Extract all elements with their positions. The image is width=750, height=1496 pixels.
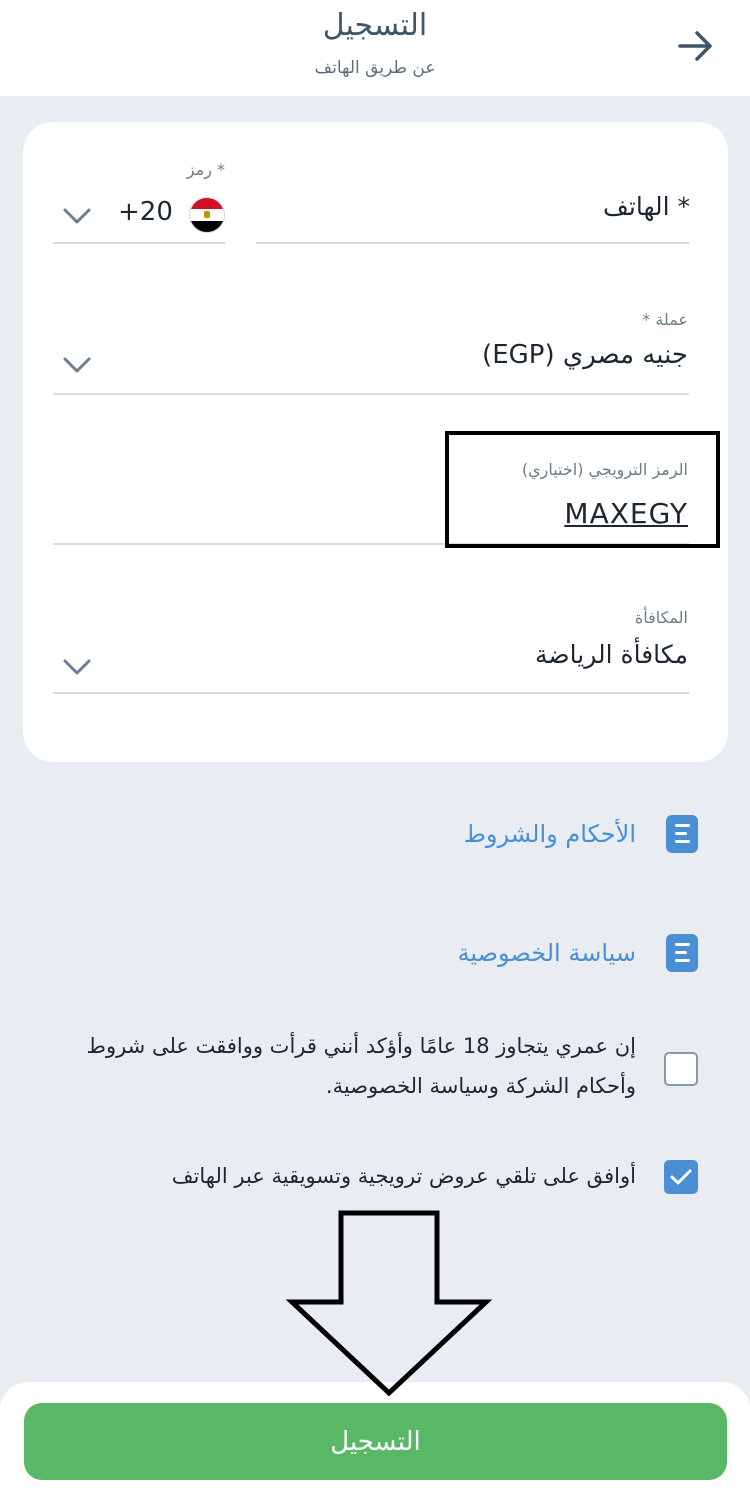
- phone-field[interactable]: * الهاتف: [603, 192, 690, 221]
- age-consent-text: إن عمري يتجاوز 18 عامًا وأؤكد أنني قرأت …: [86, 1034, 636, 1098]
- phone-underline: [256, 242, 689, 244]
- register-button[interactable]: التسجيل: [24, 1403, 727, 1480]
- age-consent-checkbox[interactable]: [664, 1052, 698, 1086]
- back-button[interactable]: [672, 26, 720, 66]
- document-icon: [666, 815, 698, 853]
- marketing-consent-text: أوافق على تلقي عروض ترويجية وتسويقية عبر…: [171, 1164, 636, 1188]
- page-subtitle: عن طريق الهاتف: [314, 58, 436, 78]
- chevron-down-icon[interactable]: [62, 657, 92, 677]
- header: التسجيل عن طريق الهاتف: [0, 0, 750, 96]
- privacy-link[interactable]: سياسة الخصوصية: [458, 934, 698, 972]
- currency-label: عملة *: [642, 310, 688, 329]
- terms-link[interactable]: الأحكام والشروط: [464, 815, 698, 853]
- page-title: التسجيل: [322, 8, 428, 43]
- bonus-select[interactable]: مكافأة الرياضة: [535, 640, 688, 669]
- country-code-underline: [53, 242, 225, 244]
- bonus-label: المكافأة: [634, 608, 688, 627]
- chevron-down-icon[interactable]: [62, 355, 92, 375]
- currency-underline: [53, 393, 689, 395]
- country-code-value: +20: [118, 197, 173, 227]
- egypt-flag-icon: [190, 198, 224, 232]
- country-code-label: * رمز: [186, 160, 225, 179]
- checkmark-icon: [670, 1169, 692, 1185]
- terms-link-label: الأحكام والشروط: [463, 820, 636, 848]
- promo-highlight-box: [445, 431, 720, 548]
- age-consent-row: إن عمري يتجاوز 18 عامًا وأؤكد أنني قرأت …: [48, 1026, 698, 1106]
- currency-select[interactable]: جنيه مصري (EGP): [482, 340, 688, 370]
- marketing-consent-row: أوافق على تلقي عروض ترويجية وتسويقية عبر…: [48, 1156, 698, 1196]
- chevron-down-icon[interactable]: [62, 206, 92, 226]
- privacy-link-label: سياسة الخصوصية: [457, 939, 636, 967]
- marketing-consent-checkbox[interactable]: [664, 1160, 698, 1194]
- arrow-right-icon: [678, 31, 712, 61]
- document-icon: [666, 934, 698, 972]
- bonus-underline: [53, 692, 689, 694]
